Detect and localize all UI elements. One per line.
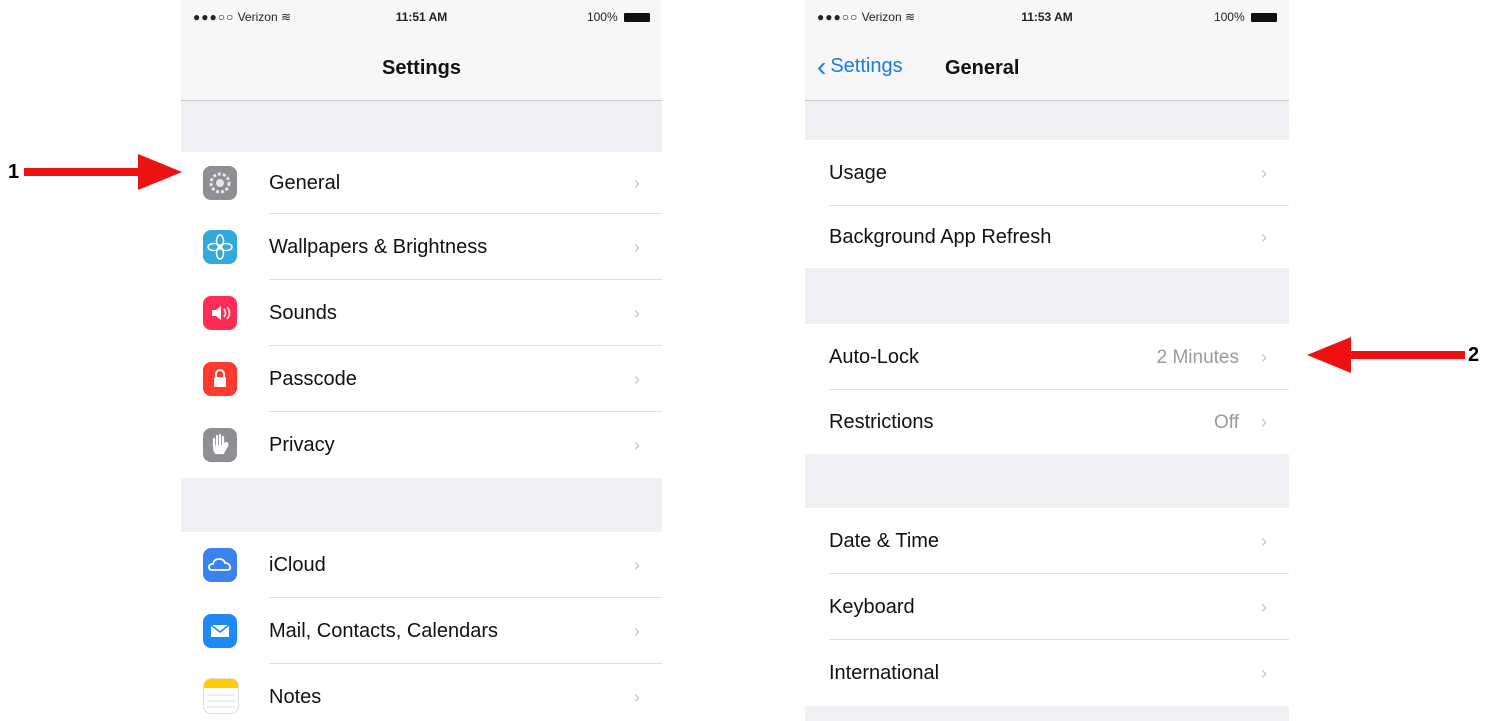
nav-bar: Settings — [181, 34, 662, 101]
chevron-right-icon: › — [634, 555, 640, 575]
battery-icon — [624, 13, 650, 23]
row-label: Passcode — [269, 368, 357, 390]
row-label: Mail, Contacts, Calendars — [269, 620, 498, 642]
general-screen: ●●●○○ Verizon ≋ 11:53 AM 100% ‹ Settings … — [805, 0, 1289, 721]
envelope-icon — [203, 614, 237, 648]
chevron-right-icon: › — [1261, 663, 1267, 683]
general-row-international[interactable]: International › — [805, 640, 1289, 706]
annotation-number-2: 2 — [1468, 344, 1480, 366]
hand-icon — [203, 428, 237, 462]
general-row-auto-lock[interactable]: Auto-Lock 2 Minutes › — [805, 324, 1289, 390]
row-label: Sounds — [269, 302, 337, 324]
row-label: Usage — [829, 162, 887, 184]
row-value: 2 Minutes — [1156, 347, 1239, 368]
back-button[interactable]: ‹ Settings — [817, 53, 903, 81]
page-title: General — [945, 57, 1020, 79]
row-label: International — [829, 662, 940, 684]
chevron-right-icon: › — [634, 435, 640, 455]
page-title: Settings — [382, 57, 461, 79]
status-bar: ●●●○○ Verizon ≋ 11:53 AM 100% — [805, 0, 1289, 34]
battery-indicator: 100% — [1214, 10, 1277, 24]
chevron-right-icon: › — [634, 369, 640, 389]
annotation-number-1: 1 — [8, 161, 20, 183]
row-label: Background App Refresh — [829, 226, 1052, 248]
settings-row-wallpapers[interactable]: Wallpapers & Brightness › — [181, 214, 662, 280]
gear-icon — [203, 166, 237, 200]
chevron-right-icon: › — [1261, 163, 1267, 183]
red-arrow-left-icon — [1307, 337, 1465, 373]
settings-screen: ●●●○○ Verizon ≋ 11:51 AM 100% Settings G… — [181, 0, 662, 721]
chevron-right-icon: › — [634, 621, 640, 641]
row-value: Off — [1214, 412, 1239, 433]
settings-row-icloud[interactable]: iCloud › — [181, 532, 662, 598]
lock-icon — [203, 362, 237, 396]
flower-icon — [203, 230, 237, 264]
chevron-right-icon: › — [1261, 597, 1267, 617]
speaker-icon — [203, 296, 237, 330]
settings-row-mail[interactable]: Mail, Contacts, Calendars › — [181, 598, 662, 664]
chevron-right-icon: › — [1261, 347, 1267, 367]
row-label: General — [269, 172, 341, 194]
row-label: iCloud — [269, 554, 326, 576]
chevron-right-icon: › — [1261, 227, 1267, 247]
chevron-right-icon: › — [634, 173, 640, 193]
battery-percent: 100% — [586, 10, 618, 24]
notes-icon — [203, 678, 239, 714]
back-label: Settings — [830, 55, 903, 77]
chevron-left-icon: ‹ — [817, 51, 827, 82]
red-arrow-right-icon — [24, 154, 182, 190]
cloud-icon — [203, 548, 237, 582]
chevron-right-icon: › — [1261, 412, 1267, 432]
row-label: Wallpapers & Brightness — [269, 236, 488, 258]
settings-row-general[interactable]: General › — [181, 152, 662, 214]
row-label: Date & Time — [829, 530, 940, 552]
status-bar: ●●●○○ Verizon ≋ 11:51 AM 100% — [181, 0, 662, 34]
row-label: Auto-Lock — [829, 346, 920, 368]
nav-bar: ‹ Settings General — [805, 34, 1289, 101]
battery-indicator: 100% — [587, 10, 650, 24]
general-row-background-app-refresh[interactable]: Background App Refresh › — [805, 206, 1289, 268]
settings-row-privacy[interactable]: Privacy › — [181, 412, 662, 478]
row-label: Restrictions — [829, 411, 934, 433]
settings-row-notes[interactable]: Notes › — [181, 664, 662, 721]
chevron-right-icon: › — [634, 303, 640, 323]
row-label: Keyboard — [829, 596, 915, 618]
row-label: Privacy — [269, 434, 335, 456]
settings-row-sounds[interactable]: Sounds › — [181, 280, 662, 346]
chevron-right-icon: › — [1261, 531, 1267, 551]
general-row-keyboard[interactable]: Keyboard › — [805, 574, 1289, 640]
row-label: Notes — [269, 686, 322, 708]
general-row-usage[interactable]: Usage › — [805, 140, 1289, 206]
general-row-date-time[interactable]: Date & Time › — [805, 508, 1289, 574]
general-row-restrictions[interactable]: Restrictions Off › — [805, 390, 1289, 454]
chevron-right-icon: › — [634, 237, 640, 257]
chevron-right-icon: › — [634, 687, 640, 707]
battery-percent: 100% — [1213, 10, 1245, 24]
battery-icon — [1251, 13, 1277, 23]
settings-row-passcode[interactable]: Passcode › — [181, 346, 662, 412]
